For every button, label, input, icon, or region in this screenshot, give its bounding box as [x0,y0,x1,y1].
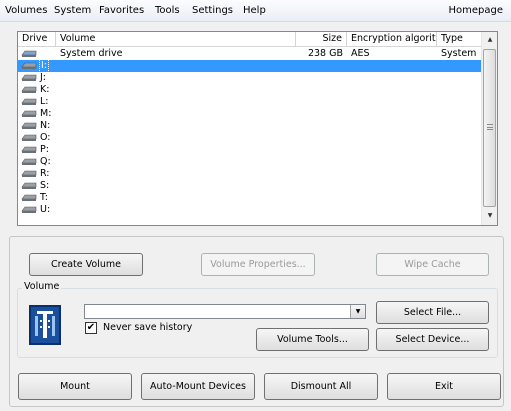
drive-icon [21,182,37,189]
drive-icon [21,206,37,213]
column-header-type[interactable]: Type [437,32,482,47]
drive-letter: M: [40,108,52,119]
drive-row[interactable]: R: [18,168,482,180]
drive-icon [21,134,37,141]
veracrypt-logo-icon [29,305,61,345]
drive-icon [21,146,37,153]
drive-icon [21,62,37,69]
system-drive-icon [21,50,37,57]
drive-icon [21,74,37,81]
exit-button[interactable]: Exit [387,373,501,400]
drive-icon [21,86,37,93]
volume-tools-button[interactable]: Volume Tools... [256,328,369,351]
drive-row[interactable]: K: [18,84,482,96]
drive-letter: S: [40,180,50,191]
drive-letter: I: [38,59,50,73]
column-header-size[interactable]: Size [296,32,347,47]
drive-row[interactable]: S: [18,180,482,192]
volume-path-combobox[interactable]: ▼ [84,304,366,319]
drive-icon [21,98,37,105]
drive-icon [21,194,37,201]
drive-letter: R: [40,168,50,179]
drive-list-header: Drive Volume Size Encryption algorithm T… [18,32,482,47]
drive-icon [21,170,37,177]
drive-icon [21,158,37,165]
mount-button[interactable]: Mount [18,373,132,400]
drive-letter: N: [40,120,51,131]
menu-settings[interactable]: Settings [192,5,233,17]
create-volume-button[interactable]: Create Volume [29,253,143,276]
drive-row[interactable]: Q: [18,156,482,168]
column-header-drive[interactable]: Drive [18,32,56,47]
select-device-button[interactable]: Select Device... [376,328,489,351]
drive-letter: P: [40,144,49,155]
drive-letter: U: [40,204,51,215]
encryption-algorithm: AES [351,48,370,59]
menu-help[interactable]: Help [243,5,266,17]
drive-row[interactable]: M: [18,108,482,120]
dismount-all-button[interactable]: Dismount All [264,373,378,400]
volume-size: 238 GB [307,48,343,59]
wipe-cache-button[interactable]: Wipe Cache [376,253,489,276]
dropdown-arrow-icon[interactable]: ▼ [350,305,365,318]
scroll-up-arrow-icon[interactable]: ▲ [482,32,497,48]
auto-mount-devices-button[interactable]: Auto-Mount Devices [141,373,255,400]
drive-letter: K: [40,84,50,95]
volume-name: System drive [60,48,123,59]
drive-letter: J: [40,72,47,83]
drive-row[interactable]: O: [18,132,482,144]
drive-letter: T: [40,192,48,203]
grip-icon [487,124,493,130]
column-header-encryption-algorithm[interactable]: Encryption algorithm [347,32,437,47]
menu-system[interactable]: System [54,5,91,17]
volume-group-label: Volume [22,281,62,293]
drive-letter: L: [40,96,49,107]
drive-row[interactable]: I: [18,59,482,73]
never-save-history-checkbox[interactable]: ✔ [85,322,97,334]
menu-bar: Volumes System Favorites Tools Settings … [0,0,511,22]
drive-row[interactable]: T: [18,192,482,204]
key-logo-icon [35,311,55,338]
drive-row[interactable]: System drive 238 GB AES System [18,48,482,60]
volume-properties-button[interactable]: Volume Properties... [201,253,315,276]
drive-row[interactable]: N: [18,120,482,132]
drive-letter: O: [40,132,51,143]
scrollbar-thumb[interactable] [483,49,496,207]
drive-row[interactable]: J: [18,72,482,84]
vertical-scrollbar[interactable]: ▲ ▼ [481,32,497,225]
drive-letter: Q: [40,156,51,167]
menu-favorites[interactable]: Favorites [99,5,144,17]
volume-type: System [441,48,477,59]
drive-row[interactable]: P: [18,144,482,156]
drive-icon [21,110,37,117]
menu-tools[interactable]: Tools [155,5,180,17]
column-header-volume[interactable]: Volume [56,32,296,47]
never-save-history-label[interactable]: Never save history [103,322,192,334]
drive-row[interactable]: L: [18,96,482,108]
drive-list[interactable]: Drive Volume Size Encryption algorithm T… [17,31,498,226]
menu-homepage[interactable]: Homepage [448,5,503,17]
select-file-button[interactable]: Select File... [376,301,489,324]
drive-row[interactable]: U: [18,204,482,216]
menu-volumes[interactable]: Volumes [5,5,47,17]
drive-list-rows: System drive 238 GB AES System I: J: K: L: M: N: O… [18,48,482,216]
drive-icon [21,122,37,129]
scroll-down-arrow-icon[interactable]: ▼ [482,208,497,224]
